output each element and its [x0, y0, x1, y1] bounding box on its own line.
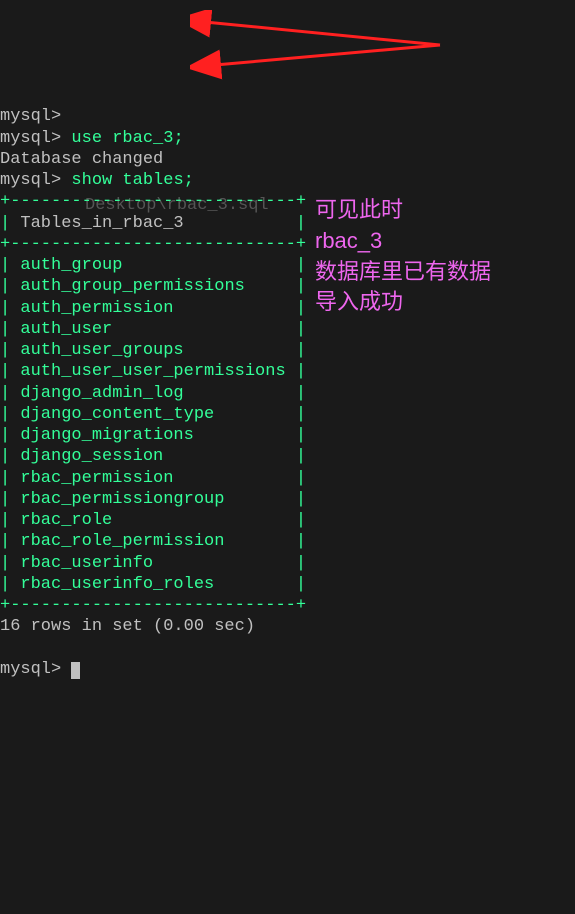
cursor-icon[interactable]	[71, 662, 80, 679]
table-row: rbac_role	[20, 511, 112, 530]
db-changed-msg: Database changed	[0, 150, 163, 169]
table-pipe: |	[184, 214, 306, 233]
annotation-line: 可见此时	[315, 195, 491, 226]
annotation-line: rbac_3	[315, 226, 491, 257]
table-row: auth_permission	[20, 299, 173, 318]
table-pipe: |	[0, 575, 20, 594]
table-row: rbac_permission	[20, 469, 173, 488]
table-pipe: |	[0, 405, 20, 424]
terminal-output: mysql> mysql> use rbac_3; Database chang…	[0, 85, 575, 680]
table-pipe: |	[0, 320, 20, 339]
table-row: rbac_role_permission	[20, 532, 224, 551]
table-row: auth_user_user_permissions	[20, 362, 285, 381]
table-pipe: |	[0, 277, 20, 296]
table-pipe: |	[0, 469, 20, 488]
annotation-line: 数据库里已有数据	[315, 257, 491, 288]
table-row: django_session	[20, 447, 163, 466]
table-row: django_admin_log	[20, 384, 183, 403]
table-row: auth_user_groups	[20, 341, 183, 360]
table-pipe: |	[0, 511, 20, 530]
table-pipe: |	[0, 447, 20, 466]
mysql-prompt: mysql>	[0, 107, 61, 126]
table-pipe: |	[0, 532, 20, 551]
table-row: auth_group	[20, 256, 122, 275]
table-row: django_content_type	[20, 405, 214, 424]
table-row: auth_group_permissions	[20, 277, 244, 296]
table-pipe: |	[0, 490, 20, 509]
table-pipe: |	[0, 341, 20, 360]
table-pipe: |	[0, 214, 20, 233]
table-row: rbac_permissiongroup	[20, 490, 224, 509]
annotation-note: 可见此时 rbac_3 数据库里已有数据 导入成功	[315, 195, 491, 318]
table-border-bottom: +----------------------------+	[0, 596, 306, 615]
result-summary: 16 rows in set (0.00 sec)	[0, 617, 255, 636]
command-use: use rbac_3;	[71, 129, 183, 148]
table-header: Tables_in_rbac_3	[20, 214, 183, 233]
table-row: django_migrations	[20, 426, 193, 445]
command-show-tables: show tables;	[71, 171, 193, 190]
annotation-line: 导入成功	[315, 287, 491, 318]
table-pipe: |	[0, 384, 20, 403]
annotation-arrows-icon	[190, 10, 490, 80]
mysql-prompt: mysql>	[0, 171, 61, 190]
table-row: auth_user	[20, 320, 112, 339]
table-pipe: |	[0, 299, 20, 318]
table-pipe: |	[0, 362, 20, 381]
table-border-top: +----------------------------+	[0, 192, 306, 211]
table-pipe: |	[0, 554, 20, 573]
table-border-mid: +----------------------------+	[0, 235, 306, 254]
table-row: rbac_userinfo_roles	[20, 575, 214, 594]
table-row: rbac_userinfo	[20, 554, 153, 573]
table-pipe: |	[0, 426, 20, 445]
mysql-prompt: mysql>	[0, 660, 61, 679]
table-pipe: |	[0, 256, 20, 275]
mysql-prompt: mysql>	[0, 129, 61, 148]
